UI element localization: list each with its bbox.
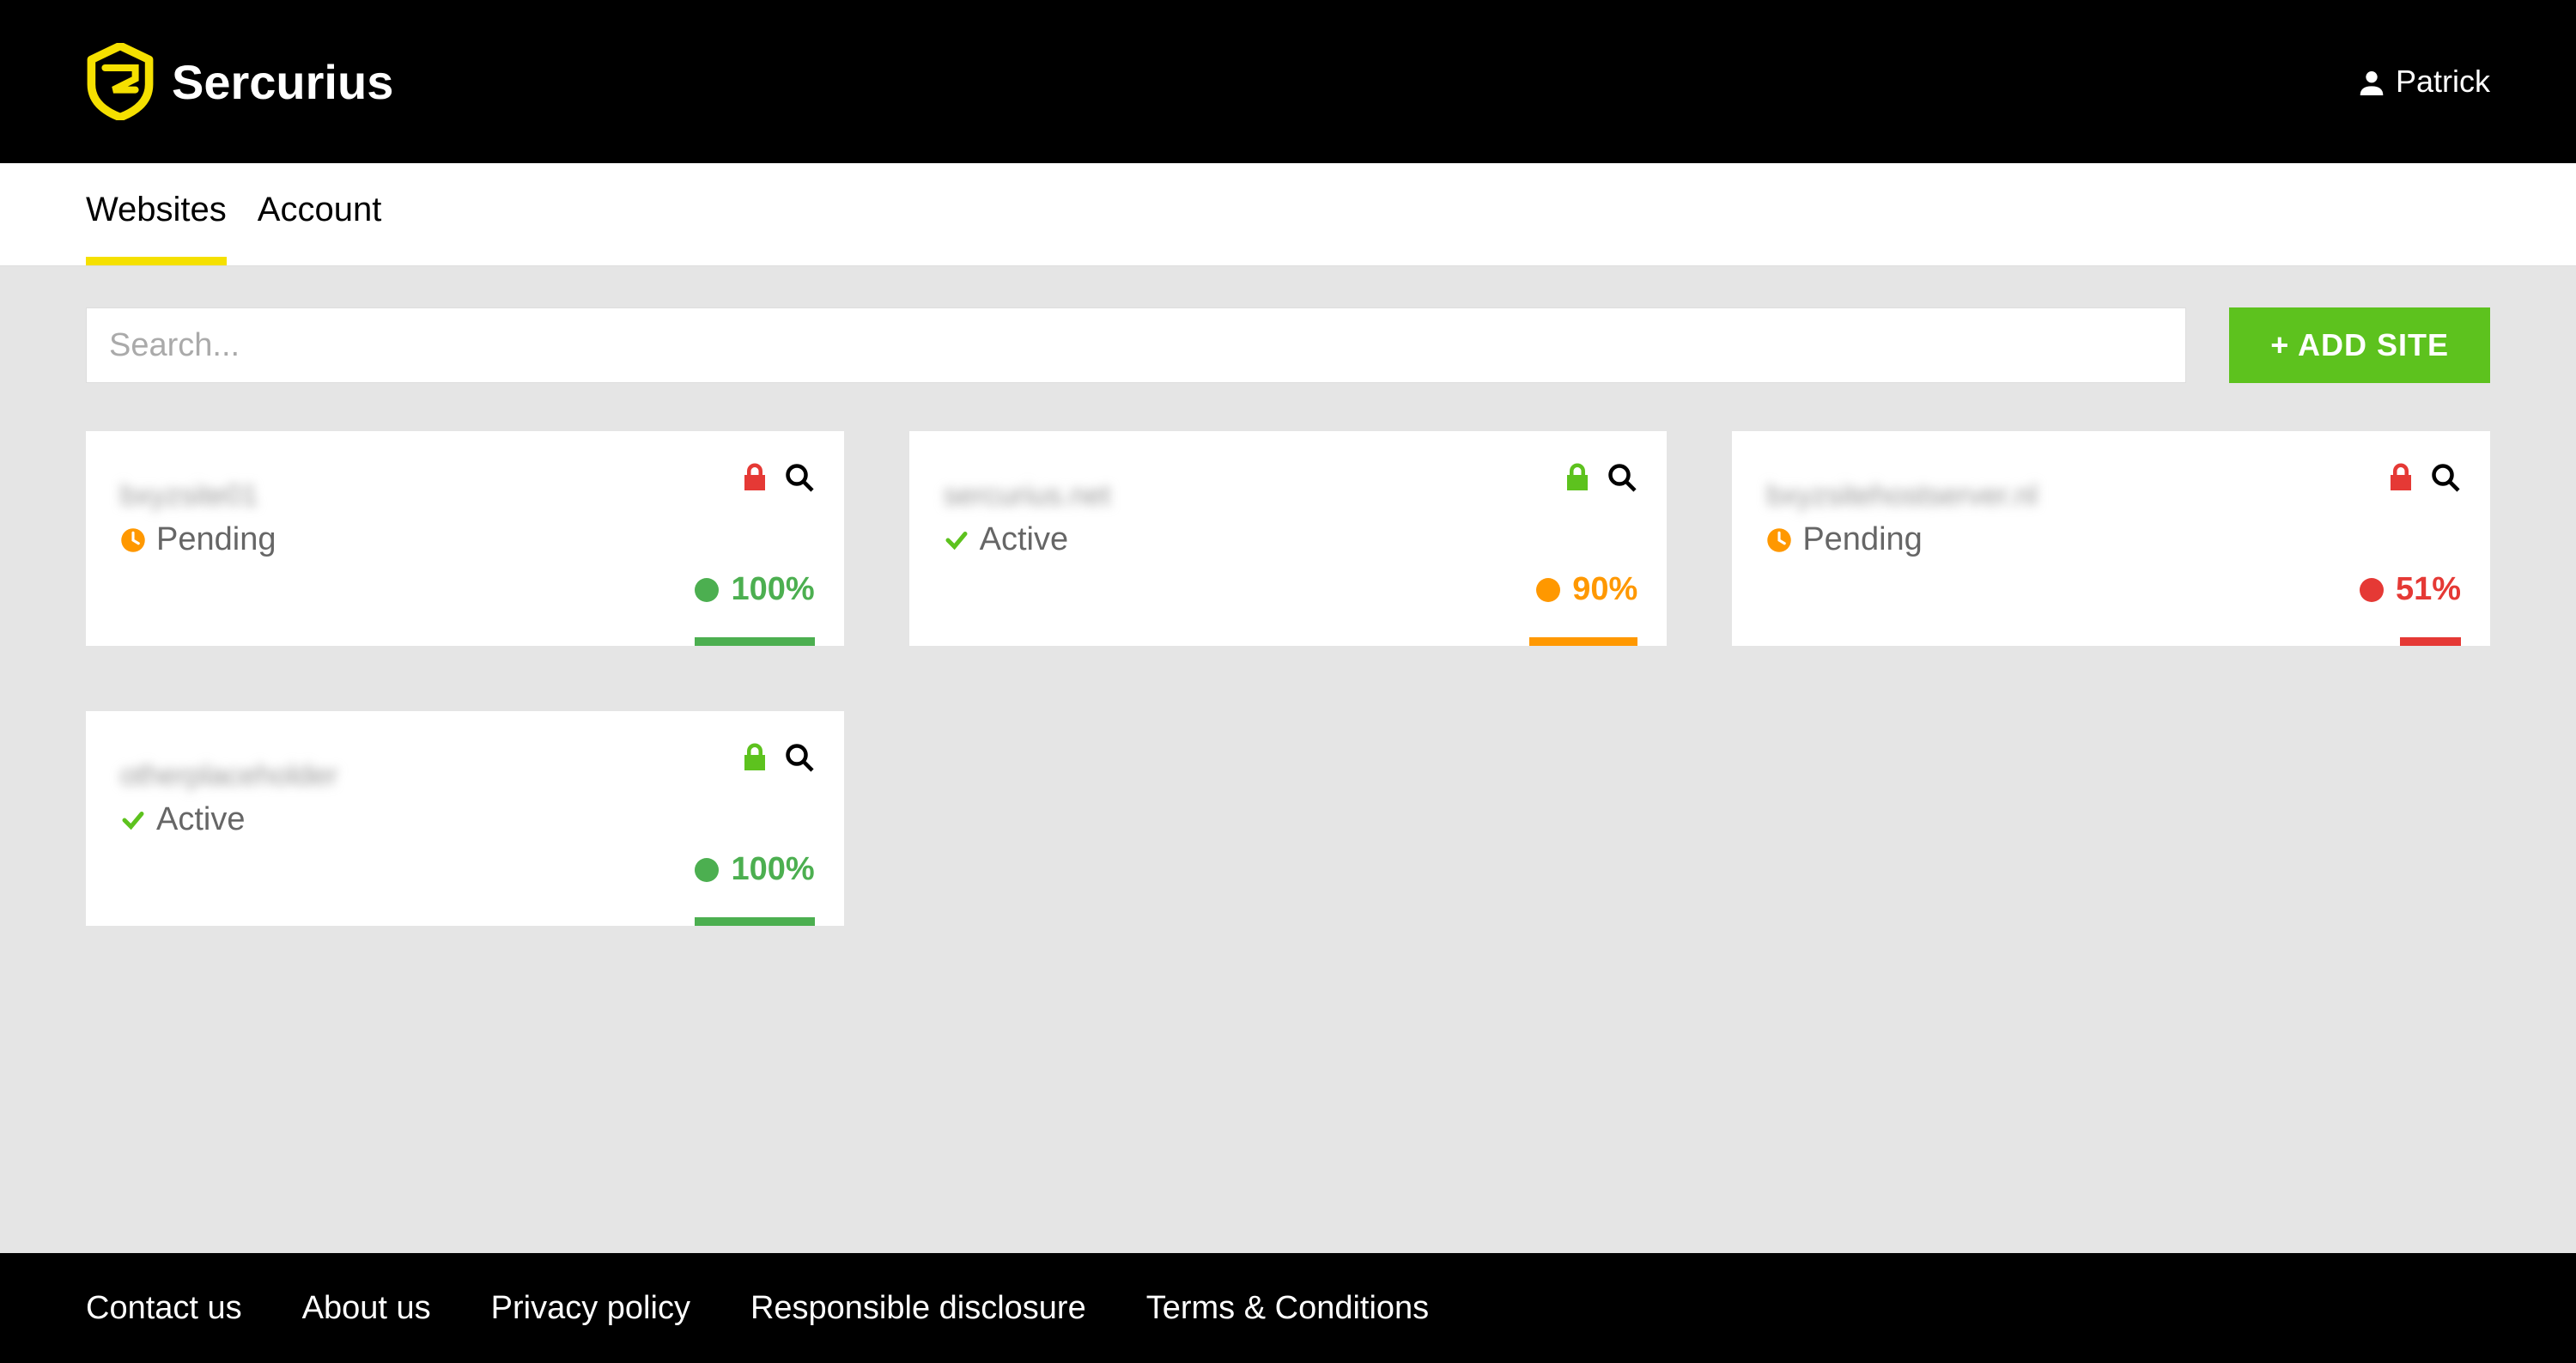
main-content: + ADD SITE bxyzsite01 Pending 100% [0, 266, 2576, 1253]
shield-logo-icon [86, 43, 155, 120]
score-dot [695, 578, 719, 602]
check-icon [120, 807, 146, 833]
clock-icon [120, 527, 146, 553]
score-bar [695, 917, 815, 926]
site-name: bxyzsitehostserver.nl [1766, 479, 2456, 513]
site-name: bxyzsite01 [120, 479, 810, 513]
score-area: 51% [2360, 571, 2461, 608]
score-area: 100% [695, 851, 814, 888]
score-dot [695, 858, 719, 882]
score-value: 100% [731, 571, 814, 608]
score-value: 90% [1572, 571, 1637, 608]
cards-grid: bxyzsite01 Pending 100% sercurius.net Ac… [86, 431, 2490, 926]
logo-area[interactable]: Sercurius [86, 43, 393, 120]
user-name: Patrick [2396, 64, 2490, 100]
status-row: Active [944, 521, 1633, 558]
user-menu[interactable]: Patrick [2358, 64, 2490, 100]
footer-link-disclosure[interactable]: Responsible disclosure [750, 1290, 1086, 1327]
site-card[interactable]: sercurius.net Active 90% [909, 431, 1668, 646]
site-name: sercurius.net [944, 479, 1633, 513]
score-value: 100% [731, 851, 814, 888]
footer-link-terms[interactable]: Terms & Conditions [1146, 1290, 1429, 1327]
tab-websites[interactable]: Websites [86, 163, 227, 265]
clock-icon [1766, 527, 1792, 553]
status-text: Pending [156, 521, 276, 558]
tabs-bar: Websites Account [0, 163, 2576, 266]
site-name: otherplaceholder [120, 759, 810, 793]
status-text: Active [980, 521, 1068, 558]
user-icon [2358, 68, 2385, 95]
header: Sercurius Patrick [0, 0, 2576, 163]
score-value: 51% [2396, 571, 2461, 608]
score-area: 90% [1536, 571, 1637, 608]
score-dot [1536, 578, 1560, 602]
action-row: + ADD SITE [86, 307, 2490, 383]
add-site-button[interactable]: + ADD SITE [2229, 307, 2490, 383]
status-text: Active [156, 801, 245, 838]
search-input[interactable] [86, 307, 2186, 383]
status-row: Active [120, 801, 810, 838]
score-dot [2360, 578, 2384, 602]
score-bar [1517, 637, 1637, 646]
score-bar [2341, 637, 2461, 646]
brand-name: Sercurius [172, 54, 393, 110]
status-text: Pending [1802, 521, 1922, 558]
site-card[interactable]: bxyzsite01 Pending 100% [86, 431, 844, 646]
check-icon [944, 527, 969, 553]
score-area: 100% [695, 571, 814, 608]
site-card[interactable]: otherplaceholder Active 100% [86, 711, 844, 926]
tab-account[interactable]: Account [258, 163, 382, 265]
footer: Contact us About us Privacy policy Respo… [0, 1253, 2576, 1363]
site-card[interactable]: bxyzsitehostserver.nl Pending 51% [1732, 431, 2490, 646]
status-row: Pending [120, 521, 810, 558]
score-bar [695, 637, 815, 646]
footer-link-about[interactable]: About us [302, 1290, 431, 1327]
footer-link-contact[interactable]: Contact us [86, 1290, 242, 1327]
status-row: Pending [1766, 521, 2456, 558]
footer-link-privacy[interactable]: Privacy policy [491, 1290, 690, 1327]
